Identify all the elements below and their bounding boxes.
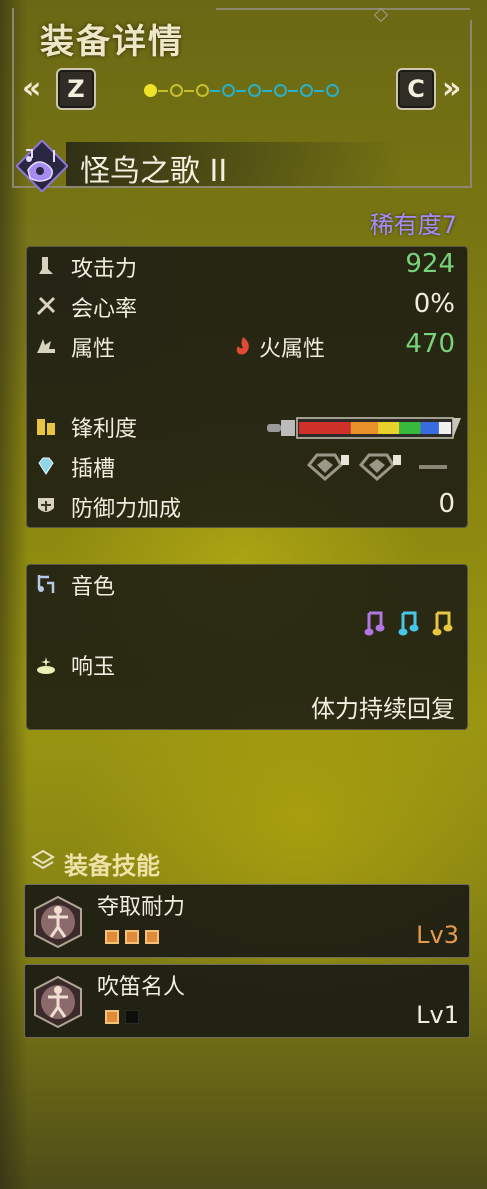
sharpness-icon — [35, 415, 57, 437]
skill-pip-filled — [125, 930, 139, 944]
skills-section-label: 装备技能 — [64, 852, 160, 880]
slot-1-icon — [306, 453, 349, 481]
defense-bonus-row: 防御力加成 0 — [27, 489, 467, 525]
defense-bonus-label: 防御力加成 — [71, 497, 182, 522]
page-dot[interactable] — [326, 84, 339, 97]
skill-emblem-icon — [31, 975, 85, 1029]
attack-icon — [35, 255, 57, 277]
rarity-label: 稀有度7 — [369, 211, 457, 239]
next-page-key[interactable]: C — [396, 68, 436, 110]
element-value: 470 — [405, 329, 455, 359]
attack-label: 攻击力 — [71, 257, 138, 282]
slot-2-icon — [358, 453, 401, 481]
frame-top-line — [216, 8, 470, 10]
stats-panel: 攻击力 924 会心率 0% 属性 火属性 470 锋利度 插槽 防御力加成 0 — [26, 246, 468, 528]
page-dot-connector — [314, 90, 324, 92]
page-dot[interactable] — [196, 84, 209, 97]
skill-level-pips — [105, 929, 165, 947]
frame-left-line — [12, 8, 14, 188]
element-icon — [35, 335, 57, 357]
prev-page-key[interactable]: Z — [56, 68, 96, 110]
gem-slot-icon — [35, 455, 57, 477]
page-dot[interactable] — [248, 84, 261, 97]
sharpness-guard — [281, 420, 295, 436]
page-indicator — [144, 82, 354, 102]
weapon-name: 怪鸟之歌 II — [80, 154, 228, 189]
echo-bubble-icon — [35, 653, 57, 675]
sharpness-segments — [299, 422, 451, 434]
skill-card[interactable]: 夺取耐力 Lv3 — [24, 884, 470, 958]
page-dot[interactable] — [170, 84, 183, 97]
page-dot[interactable] — [222, 84, 235, 97]
skill-name: 吹笛名人 — [97, 975, 186, 1000]
frame-right-line — [470, 20, 472, 188]
music-note-icon — [397, 609, 421, 643]
skill-pip-empty — [125, 1010, 139, 1024]
skill-level-pips — [105, 1009, 145, 1027]
prev-arrow-icon[interactable]: « — [22, 74, 41, 104]
echo-bubble-value: 体力持续回复 — [311, 695, 455, 723]
page-dot-connector — [184, 90, 194, 92]
page-title: 装备详情 — [40, 22, 184, 62]
affinity-icon — [35, 295, 57, 317]
sharpness-gauge — [267, 417, 461, 439]
skill-emblem-icon — [31, 895, 85, 949]
skill-pip-filled — [105, 930, 119, 944]
skill-pip-filled — [145, 930, 159, 944]
skill-card[interactable]: 吹笛名人 Lv1 — [24, 964, 470, 1038]
defense-bonus-value: 0 — [438, 489, 455, 519]
page-dot-connector — [288, 90, 298, 92]
page-dot[interactable] — [144, 84, 157, 97]
sharpness-segment — [378, 422, 400, 434]
element-type-label: 火属性 — [259, 337, 326, 362]
affinity-label: 会心率 — [71, 297, 138, 322]
echo-bubble-row: 响玉 — [27, 647, 467, 683]
page-dot-connector — [236, 90, 246, 92]
notes-icon — [35, 573, 57, 595]
sharpness-segment — [438, 422, 451, 434]
skills-icon — [30, 848, 56, 874]
melody-panel: 音色 响玉 体力持续回复 — [26, 564, 468, 730]
next-arrow-icon[interactable]: » — [442, 74, 461, 104]
notes-label: 音色 — [71, 575, 116, 600]
sharpness-row: 锋利度 — [27, 409, 467, 445]
music-note-icon — [363, 609, 387, 643]
page-dot-connector — [158, 90, 168, 92]
slots-row: 插槽 — [27, 449, 467, 485]
sharpness-pommel — [267, 424, 281, 432]
page-dot[interactable] — [300, 84, 313, 97]
page-dot-connector — [210, 90, 220, 92]
affinity-row: 会心率 0% — [27, 289, 467, 325]
skill-level: Lv3 — [416, 921, 459, 949]
sharpness-segment — [299, 422, 351, 434]
slot-3-empty — [419, 465, 447, 469]
sharpness-segment — [399, 422, 421, 434]
sharpness-segment — [350, 422, 379, 434]
element-label: 属性 — [71, 337, 116, 362]
attack-row: 攻击力 924 — [27, 249, 467, 285]
fire-element-icon — [233, 335, 253, 357]
sharpness-segment — [420, 422, 439, 434]
music-note-icon — [431, 609, 455, 643]
sharpness-label: 锋利度 — [71, 417, 138, 442]
decoration-slots — [306, 453, 447, 481]
slots-label: 插槽 — [71, 457, 116, 482]
element-row: 属性 火属性 470 — [27, 329, 467, 365]
notes-row: 音色 — [27, 567, 467, 603]
attack-value: 924 — [405, 249, 455, 279]
skill-level: Lv1 — [416, 1001, 459, 1029]
page-dot[interactable] — [274, 84, 287, 97]
affinity-value: 0% — [413, 289, 455, 319]
hunting-horn-icon — [15, 139, 69, 193]
skill-name: 夺取耐力 — [97, 895, 186, 920]
echo-bubble-label: 响玉 — [71, 655, 116, 680]
skill-pip-filled — [105, 1010, 119, 1024]
page-dot-connector — [262, 90, 272, 92]
note-colors — [353, 609, 455, 641]
sharpness-tip — [453, 418, 461, 438]
defense-icon — [35, 495, 57, 517]
